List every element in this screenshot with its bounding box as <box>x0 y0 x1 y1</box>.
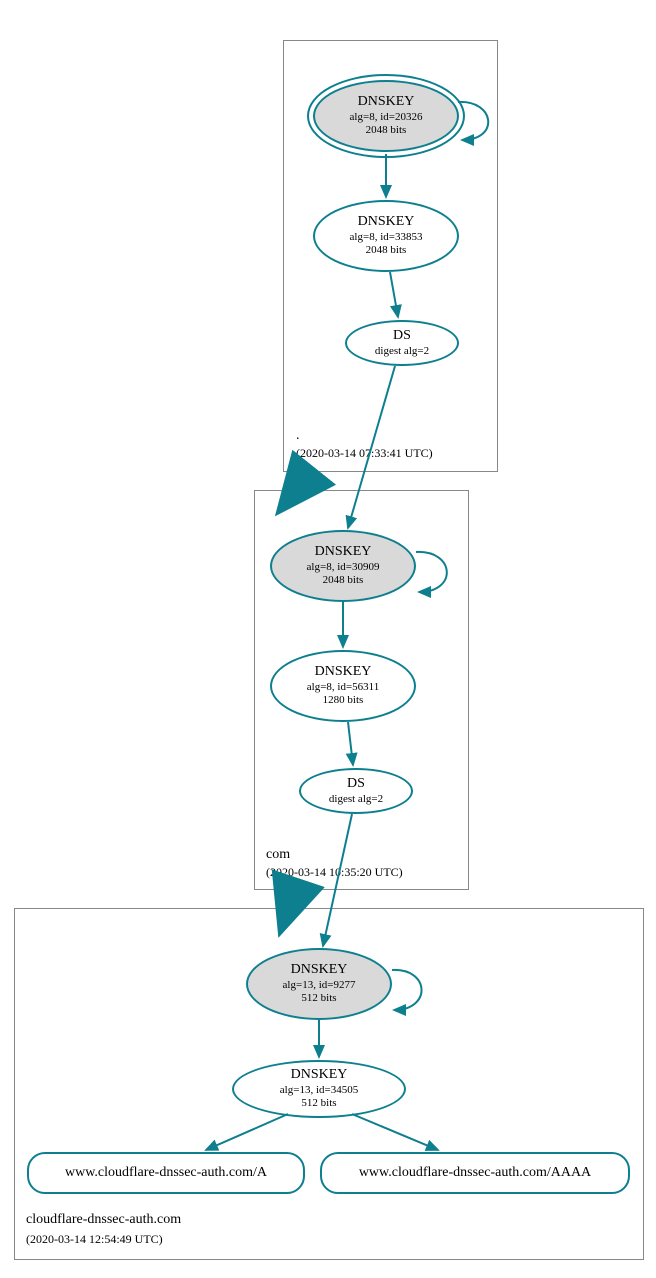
node-com-zsk: DNSKEY alg=8, id=56311 1280 bits <box>270 650 416 722</box>
node-alg: alg=8, id=33853 <box>350 231 423 244</box>
node-title: DS <box>393 328 411 345</box>
node-alg: alg=13, id=34505 <box>280 1084 358 1097</box>
node-rr-aaaa: www.cloudflare-dnssec-auth.com/AAAA <box>320 1152 630 1194</box>
node-root-ksk: DNSKEY alg=8, id=20326 2048 bits <box>313 80 459 152</box>
node-rr-a: www.cloudflare-dnssec-auth.com/A <box>27 1152 305 1194</box>
node-com-ksk: DNSKEY alg=8, id=30909 2048 bits <box>270 530 416 602</box>
node-bits: 2048 bits <box>323 574 364 587</box>
node-title: DNSKEY <box>291 962 348 979</box>
node-title: DNSKEY <box>315 664 372 681</box>
node-title: DNSKEY <box>358 94 415 111</box>
zone-leaf-timestamp: (2020-03-14 12:54:49 UTC) <box>26 1232 163 1247</box>
rr-label: www.cloudflare-dnssec-auth.com/A <box>65 1165 267 1182</box>
node-root-zsk: DNSKEY alg=8, id=33853 2048 bits <box>313 200 459 272</box>
zone-root-timestamp: (2020-03-14 07:33:41 UTC) <box>296 446 433 461</box>
node-leaf-zsk: DNSKEY alg=13, id=34505 512 bits <box>232 1060 406 1118</box>
node-bits: 2048 bits <box>366 244 407 257</box>
node-alg: alg=8, id=30909 <box>307 561 380 574</box>
zone-root-label: . <box>296 428 300 444</box>
node-com-ds: DS digest alg=2 <box>299 768 413 814</box>
node-title: DNSKEY <box>358 214 415 231</box>
node-digest: digest alg=2 <box>329 793 383 806</box>
node-alg: alg=8, id=20326 <box>350 111 423 124</box>
node-title: DNSKEY <box>315 544 372 561</box>
node-title: DS <box>347 776 365 793</box>
rr-label: www.cloudflare-dnssec-auth.com/AAAA <box>359 1165 591 1182</box>
node-alg: alg=13, id=9277 <box>283 979 356 992</box>
zone-com-timestamp: (2020-03-14 10:35:20 UTC) <box>266 865 403 880</box>
node-bits: 2048 bits <box>366 124 407 137</box>
node-bits: 512 bits <box>301 1097 336 1110</box>
node-leaf-ksk: DNSKEY alg=13, id=9277 512 bits <box>246 948 392 1020</box>
zone-com-label: com <box>266 847 290 863</box>
node-bits: 1280 bits <box>323 694 364 707</box>
zone-leaf-label: cloudflare-dnssec-auth.com <box>26 1212 181 1228</box>
node-root-ds: DS digest alg=2 <box>345 320 459 366</box>
node-digest: digest alg=2 <box>375 345 429 358</box>
node-title: DNSKEY <box>291 1067 348 1084</box>
node-bits: 512 bits <box>301 992 336 1005</box>
node-alg: alg=8, id=56311 <box>307 681 380 694</box>
